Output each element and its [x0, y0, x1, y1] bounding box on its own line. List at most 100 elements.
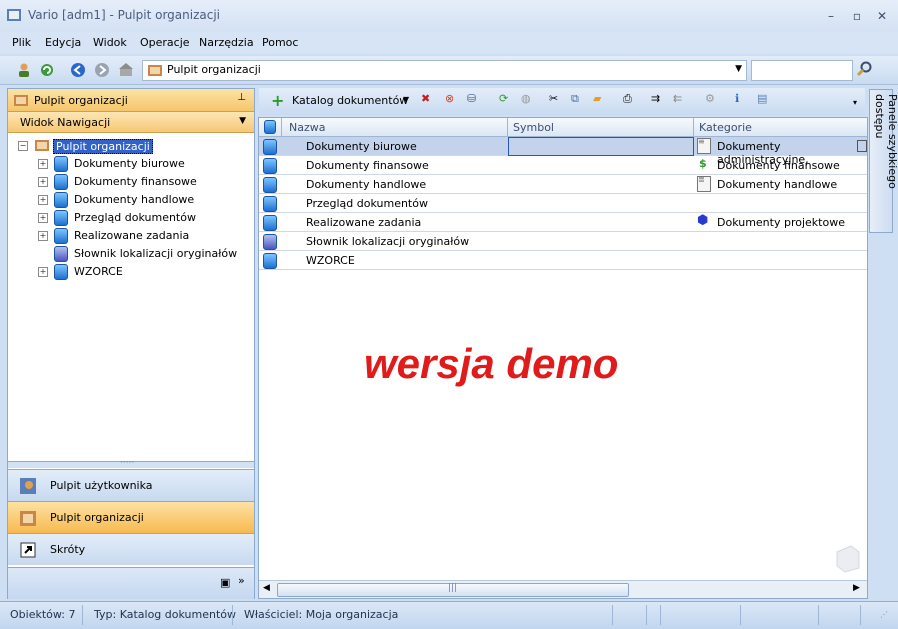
- chevron-down-icon[interactable]: ▼: [735, 64, 742, 74]
- expand-icon[interactable]: +: [38, 177, 48, 187]
- tree-item[interactable]: + Realizowane zadania: [36, 227, 236, 245]
- add-icon[interactable]: +: [271, 91, 284, 110]
- column-separator[interactable]: [281, 118, 282, 136]
- menu-pomoc[interactable]: Pomoc: [262, 36, 298, 49]
- expand-icon[interactable]: +: [38, 213, 48, 223]
- settings-icon[interactable]: ⚙: [705, 92, 715, 105]
- back-icon[interactable]: [70, 62, 86, 78]
- configure-icon[interactable]: ▣: [220, 576, 230, 589]
- address-bar[interactable]: Pulpit organizacji ▼: [142, 60, 747, 81]
- info-icon[interactable]: ℹ: [735, 92, 739, 105]
- column-header-name[interactable]: Nazwa: [289, 121, 325, 134]
- export-icon[interactable]: ⇉: [651, 92, 660, 105]
- delete-icon[interactable]: ✖: [421, 92, 430, 105]
- menu-narzedzia[interactable]: Narzędzia: [199, 36, 254, 49]
- collapse-icon[interactable]: −: [18, 141, 28, 151]
- nav-user-desktop[interactable]: Pulpit użytkownika: [8, 469, 254, 501]
- catalog-icon: [54, 192, 68, 208]
- properties-icon[interactable]: ⛁: [467, 92, 476, 105]
- nav-org-desktop[interactable]: Pulpit organizacji: [8, 501, 254, 533]
- column-separator[interactable]: [507, 118, 508, 136]
- close-button[interactable]: ✕: [873, 8, 891, 24]
- expand-icon[interactable]: +: [38, 267, 48, 277]
- more-icon[interactable]: »: [238, 574, 245, 587]
- globe-icon[interactable]: ◍: [521, 92, 531, 105]
- navigation-tree: − Pulpit organizacji + Dokumenty biurowe…: [8, 134, 254, 459]
- sheet-icon: ≣: [697, 176, 711, 192]
- tree-item[interactable]: + Dokumenty finansowe: [36, 173, 236, 191]
- print-icon[interactable]: ⎙: [623, 92, 632, 106]
- catalog-icon: [263, 215, 277, 231]
- remove-icon[interactable]: ⊗: [445, 92, 454, 105]
- tree-item[interactable]: + Dokumenty biurowe: [36, 155, 236, 173]
- scrollbar-thumb[interactable]: |||: [277, 583, 629, 597]
- copy-icon[interactable]: ⧉: [571, 92, 579, 106]
- table-row[interactable]: Dokumenty finansowe $ Dokumenty finansow…: [259, 156, 867, 175]
- user-icon[interactable]: [16, 62, 32, 78]
- view-selector[interactable]: Widok Nawigacji ▼: [8, 112, 254, 133]
- cut-icon[interactable]: ✂: [549, 92, 558, 105]
- column-header-categories[interactable]: Kategorie: [699, 121, 752, 134]
- nav-label: Skróty: [50, 543, 86, 556]
- chevron-down-icon[interactable]: ▼: [403, 95, 409, 104]
- row-name: Dokumenty handlowe: [306, 178, 427, 191]
- tree-root-label: Pulpit organizacji: [53, 139, 153, 154]
- tree-item[interactable]: + Dokumenty handlowe: [36, 191, 236, 209]
- table-row[interactable]: Realizowane zadania ⬢ Dokumenty projekto…: [259, 213, 867, 232]
- search-icon[interactable]: [857, 61, 873, 77]
- column-separator[interactable]: [693, 118, 694, 136]
- row-name: Dokumenty biurowe: [306, 140, 417, 153]
- horizontal-scrollbar[interactable]: ◀ ||| ▶: [259, 580, 867, 598]
- tree-item[interactable]: Słownik lokalizacji oryginałów: [36, 245, 246, 263]
- search-input[interactable]: [751, 60, 853, 81]
- dictionary-icon: [263, 234, 277, 250]
- row-category: Dokumenty finansowe: [717, 159, 840, 172]
- nav-shortcuts[interactable]: Skróty: [8, 533, 254, 565]
- dictionary-icon: [54, 246, 68, 262]
- quick-access-tab[interactable]: Panele szybkiego dostępu: [869, 89, 898, 233]
- column-header-symbol[interactable]: Symbol: [513, 121, 554, 134]
- expand-icon[interactable]: +: [38, 195, 48, 205]
- details-icon[interactable]: ▤: [757, 92, 767, 105]
- paste-icon[interactable]: ▰: [593, 92, 601, 105]
- status-objects: Obiektów: 7: [10, 608, 76, 621]
- home-icon[interactable]: [118, 62, 134, 78]
- forward-icon[interactable]: [94, 62, 110, 78]
- tree-item[interactable]: + Przegląd dokumentów: [36, 209, 236, 227]
- new-catalog-button[interactable]: Katalog dokumentów: [292, 94, 408, 107]
- scroll-right-icon[interactable]: ▶: [853, 583, 860, 593]
- column-chooser-icon[interactable]: [264, 120, 276, 134]
- menu-operacje[interactable]: Operacje: [140, 36, 190, 49]
- tree-item[interactable]: + WZORCE: [36, 263, 236, 281]
- panel-splitter[interactable]: ·····: [8, 458, 254, 468]
- scroll-left-icon[interactable]: ◀: [263, 583, 270, 593]
- catalog-icon: [54, 156, 68, 172]
- expand-icon[interactable]: +: [38, 231, 48, 241]
- status-divider: [818, 605, 819, 625]
- table-row[interactable]: WZORCE: [259, 251, 867, 270]
- table-row[interactable]: Dokumenty handlowe ≣ Dokumenty handlowe: [259, 175, 867, 194]
- menu-plik[interactable]: Plik: [12, 36, 31, 49]
- tree-root[interactable]: − Pulpit organizacji: [16, 137, 216, 155]
- menu-edycja[interactable]: Edycja: [45, 36, 81, 49]
- pin-icon[interactable]: ⊥: [237, 92, 246, 103]
- maximize-button[interactable]: ▫: [848, 8, 866, 24]
- vario-logo-icon: [836, 545, 860, 573]
- table-row[interactable]: Dokumenty biurowe ≡ Dokumenty administra…: [259, 137, 867, 166]
- table-row[interactable]: Słownik lokalizacji oryginałów: [259, 232, 867, 251]
- menu-widok[interactable]: Widok: [93, 36, 127, 49]
- organization-icon: [35, 140, 49, 151]
- tree-item-label: Dokumenty handlowe: [74, 193, 195, 206]
- expand-icon[interactable]: +: [38, 159, 48, 169]
- table-row[interactable]: Przegląd dokumentów: [259, 194, 867, 213]
- import-icon[interactable]: ⇇: [673, 92, 682, 105]
- refresh-icon[interactable]: [39, 62, 55, 78]
- catalog-icon: [54, 228, 68, 244]
- chevron-down-icon[interactable]: ▼: [239, 116, 246, 126]
- symbol-cell-editor[interactable]: [508, 137, 694, 156]
- comment-icon: [857, 140, 867, 152]
- refresh-icon[interactable]: ⟳: [499, 92, 508, 105]
- resize-grip-icon[interactable]: ⋰: [880, 610, 888, 619]
- overflow-icon[interactable]: ▾: [853, 98, 857, 107]
- minimize-button[interactable]: –: [822, 8, 840, 24]
